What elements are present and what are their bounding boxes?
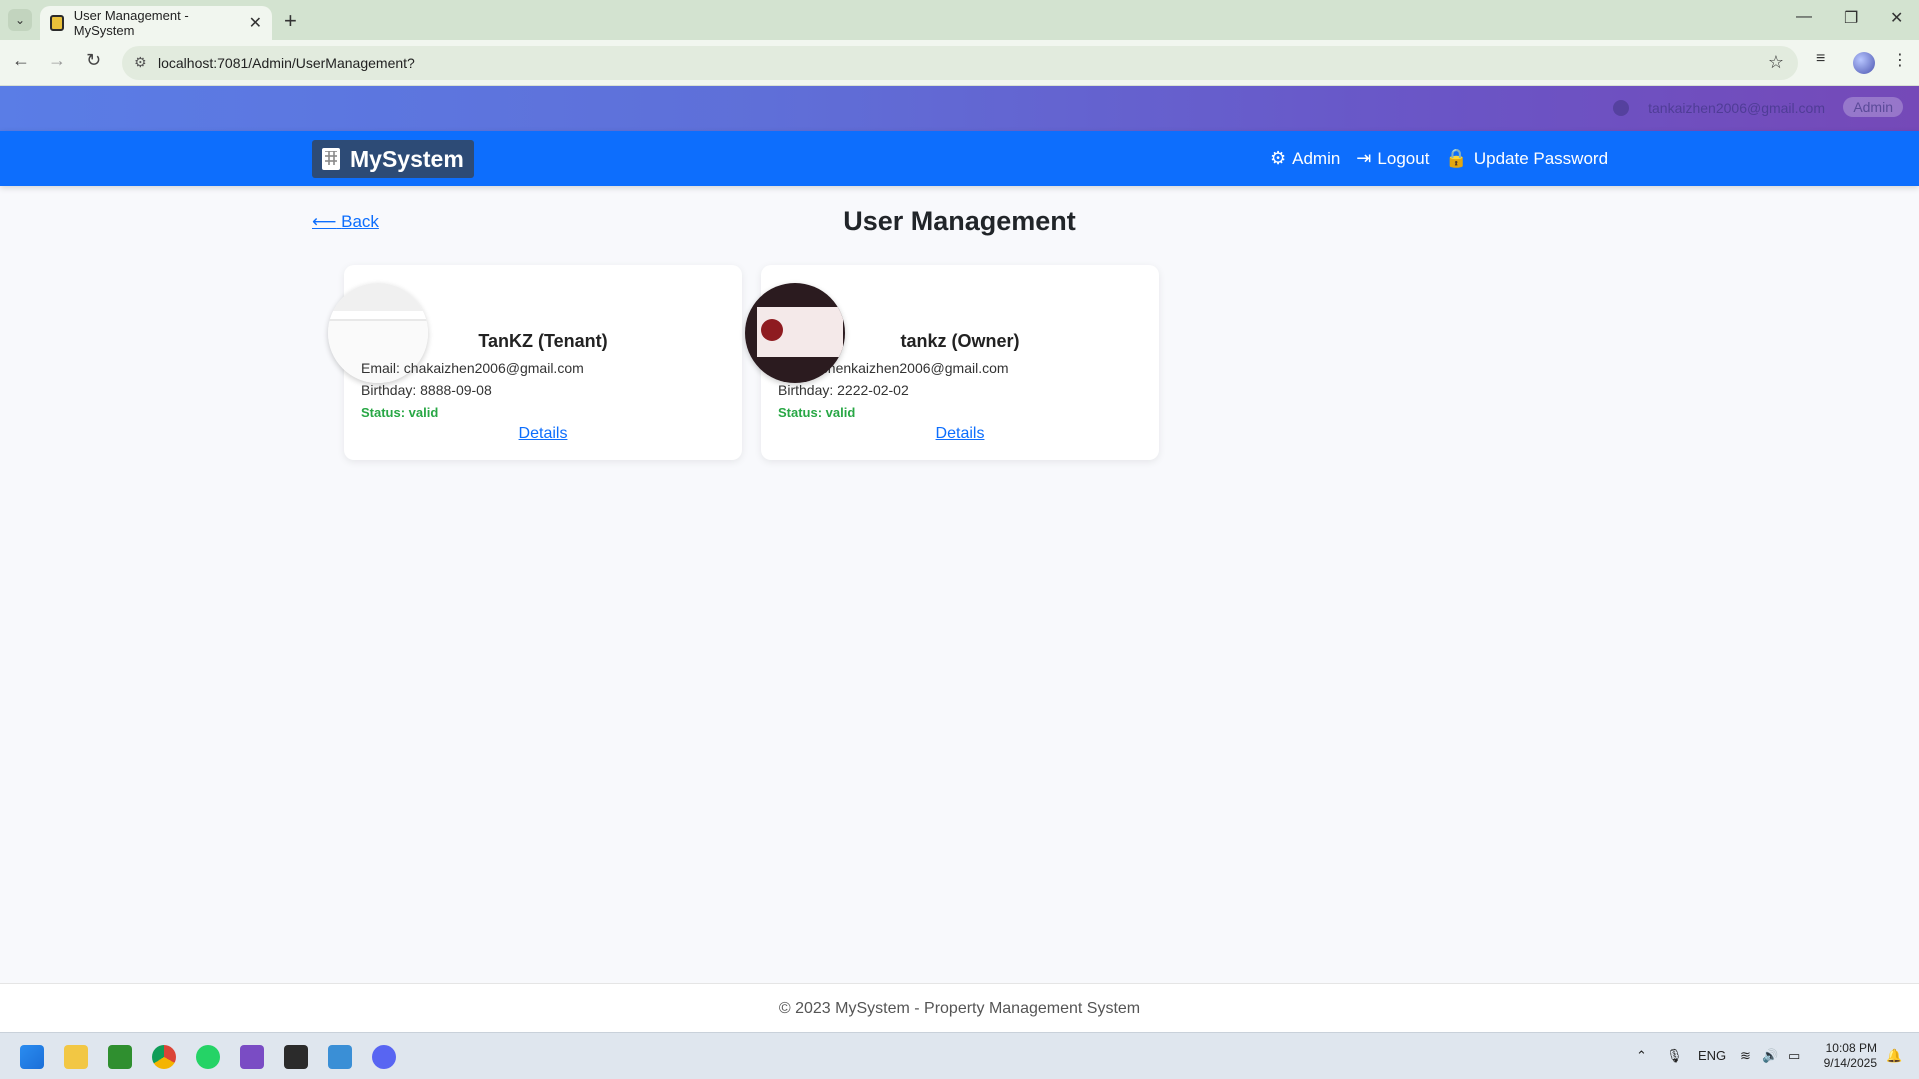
gear-icon: ⚙ [1270,148,1287,168]
favicon-icon [50,15,64,31]
restore-icon[interactable]: ❐ [1844,8,1858,28]
tab-title: User Management - MySystem [73,8,189,38]
nav-logout-label: Logout [1377,148,1430,168]
user-name: TanKZ (Tenant) [478,331,608,351]
status-badge: Status: valid [778,405,856,420]
lock-icon: 🔒 [1445,148,1468,168]
user-card: tankz (Owner) Email: chenkaizhen2006@gma… [745,265,1159,460]
user-birthday: Birthday: 2222-02-02 [778,382,909,398]
user-card: TanKZ (Tenant) Email: chakaizhen2006@gma… [328,265,742,460]
minimize-icon[interactable]: — [1796,8,1812,26]
volume-icon[interactable]: 🔊 [1762,1048,1778,1064]
visual-studio-icon[interactable] [240,1045,264,1069]
user-info-strip: tankaizhen2006@gmail.com Admin [0,86,1919,131]
nav-links: ⚙ Admin ⇥ Logout 🔒 Update Password [1270,131,1608,186]
avatar-logo [761,319,783,341]
nav-update-password-label: Update Password [1473,148,1609,168]
details-link[interactable]: Details [761,425,1159,443]
clock-date: 9/14/2025 [1823,1056,1877,1070]
file-explorer-icon[interactable] [64,1045,88,1069]
windows-start-icon[interactable] [20,1045,44,1069]
browser-menu-icon[interactable]: ⋮ [1892,50,1908,70]
status-badge: Status: valid [361,405,439,420]
media-control-icon[interactable]: ≡ [1816,50,1825,68]
language-indicator[interactable]: ENG [1698,1048,1726,1063]
browser-toolbar: ← → ↻ ⚙ localhost:7081/Admin/UserManagem… [0,40,1919,86]
nav-logout-link[interactable]: ⇥ Logout [1356,148,1429,169]
role-badge: Admin [1843,97,1903,117]
close-tab-icon[interactable]: ✕ [249,13,262,33]
browser-tab[interactable]: User Management - MySystem ✕ [40,6,272,40]
browser-tabbar: ⌄ User Management - MySystem ✕ + — ❐ ✕ [0,0,1919,40]
os-taskbar: ⌃ 🎙 ENG ≋ 🔊 ▭ 10:08 PM 9/14/2025 🔔 [0,1032,1919,1079]
nav-update-password-link[interactable]: 🔒 Update Password [1445,148,1608,169]
wifi-icon[interactable]: ≋ [1740,1048,1751,1064]
whatsapp-icon[interactable] [196,1045,220,1069]
forward-arrow-icon[interactable]: → [48,50,66,71]
notification-bell-icon[interactable]: 🔔 [1886,1048,1902,1064]
address-bar[interactable]: ⚙ localhost:7081/Admin/UserManagement? ☆ [122,46,1798,80]
nav-admin-label: Admin [1292,148,1341,168]
details-link[interactable]: Details [344,425,742,443]
brand-logo[interactable]: MySystem [312,140,474,178]
chevron-up-icon[interactable]: ⌃ [1636,1048,1647,1064]
nav-admin-link[interactable]: ⚙ Admin [1270,148,1340,169]
terminal-icon[interactable] [284,1045,308,1069]
logout-icon: ⇥ [1356,148,1372,168]
photos-icon[interactable] [328,1045,352,1069]
user-birthday: Birthday: 8888-09-08 [361,382,492,398]
back-arrow-icon[interactable]: ← [12,50,30,71]
user-email: tankaizhen2006@gmail.com [1648,100,1825,116]
minecraft-icon[interactable] [108,1045,132,1069]
system-clock[interactable]: 10:08 PM 9/14/2025 [1824,1041,1877,1071]
brand-name: MySystem [350,145,464,172]
bookmark-star-icon[interactable]: ☆ [1768,52,1784,73]
tab-search-button[interactable]: ⌄ [8,9,32,31]
page-title: User Management [843,206,1076,236]
profile-avatar-icon[interactable] [1853,52,1875,74]
avatar [745,283,845,383]
building-icon [322,148,340,170]
page-footer: © 2023 MySystem - Property Management Sy… [0,983,1919,1032]
site-info-icon[interactable]: ⚙ [134,54,147,71]
user-icon [1613,100,1629,116]
battery-icon[interactable]: ▭ [1788,1048,1800,1064]
new-tab-button[interactable]: + [284,8,297,34]
reload-icon[interactable]: ↻ [86,50,101,71]
discord-icon[interactable] [372,1045,396,1069]
main-navbar: MySystem ⚙ Admin ⇥ Logout 🔒 Update Passw… [0,131,1919,186]
clock-time: 10:08 PM [1825,1041,1877,1055]
microphone-icon[interactable]: 🎙 [1666,1048,1683,1064]
user-email: Email: chakaizhen2006@gmail.com [361,360,584,376]
chrome-icon[interactable] [152,1045,176,1069]
url-text: localhost:7081/Admin/UserManagement? [158,55,415,71]
close-window-icon[interactable]: ✕ [1890,8,1903,28]
